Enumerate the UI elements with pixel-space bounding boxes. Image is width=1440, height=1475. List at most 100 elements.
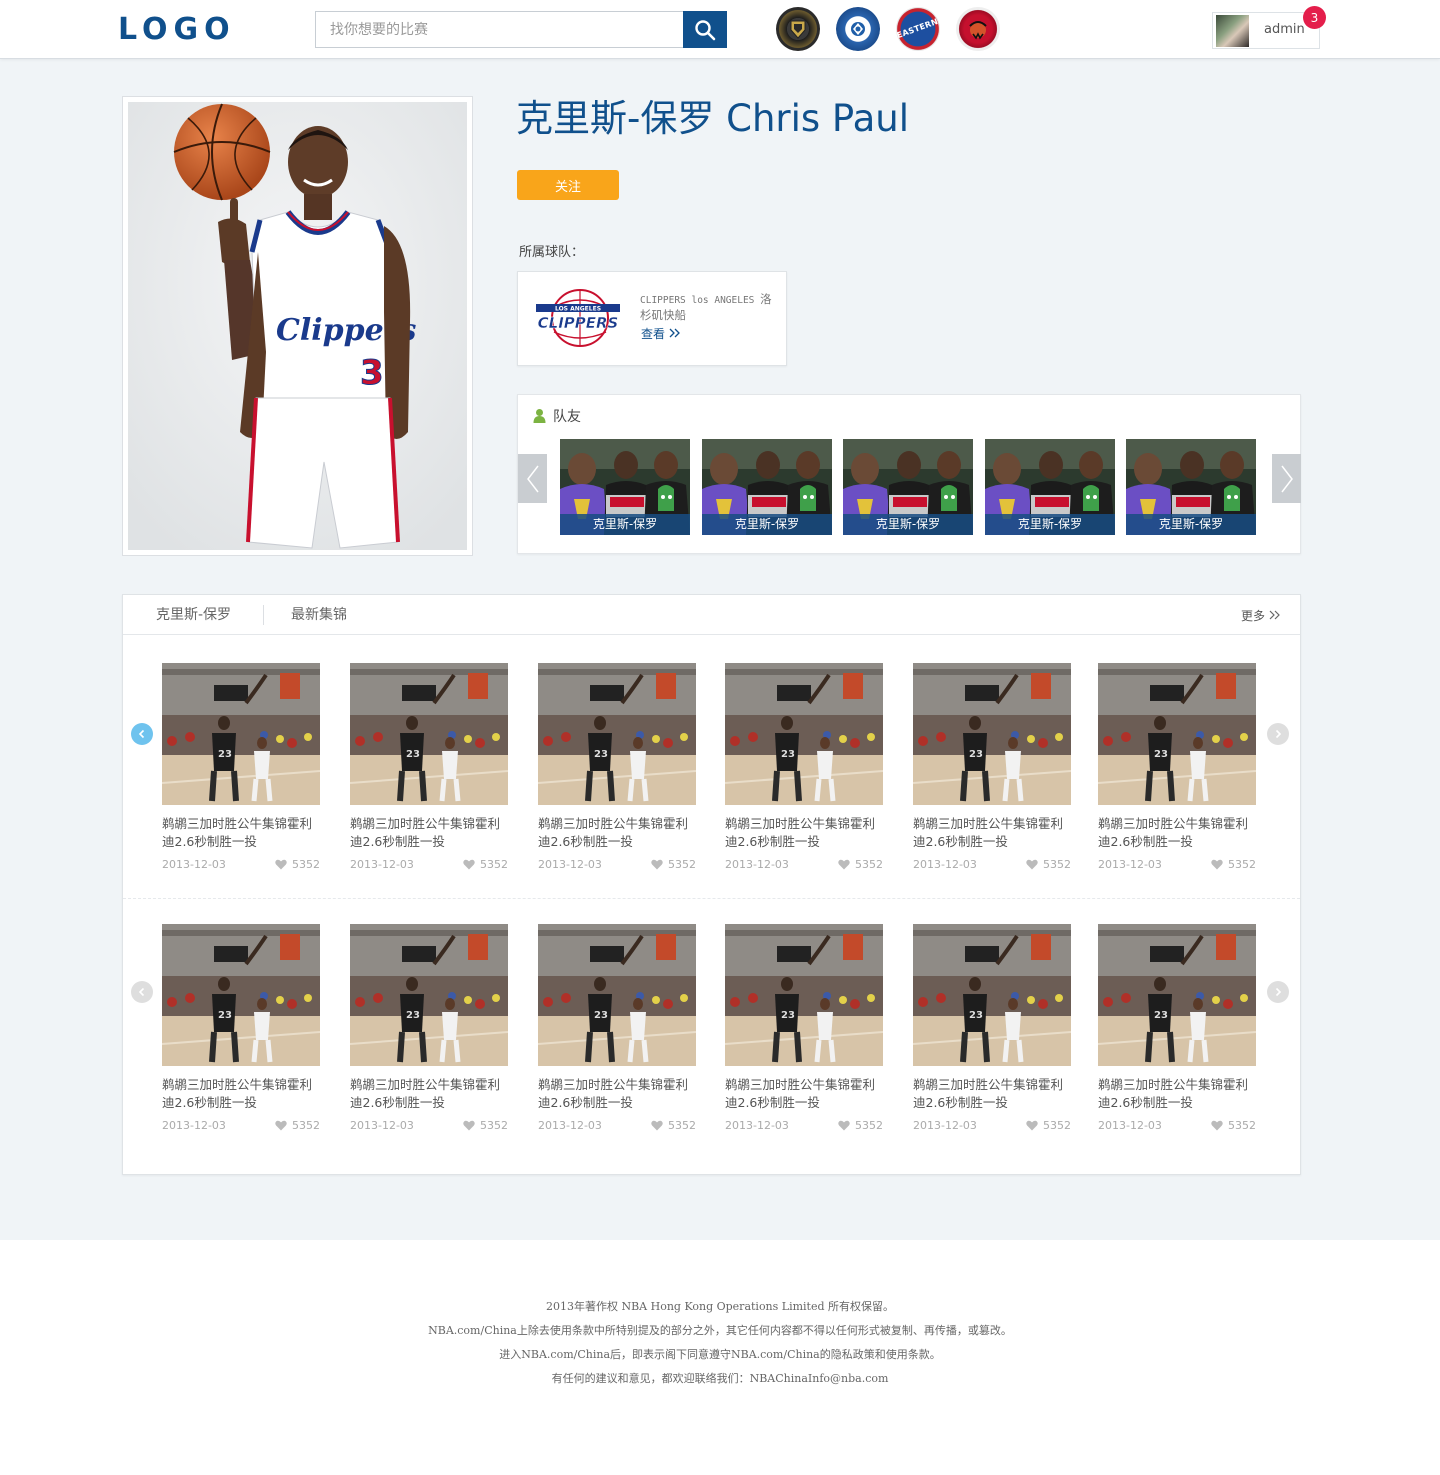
video-thumbnail[interactable]: 23 bbox=[162, 663, 320, 805]
video-card[interactable]: 23 鹈鹕三加时胜公牛集锦霍利迪2.6秒制胜一投 2013-12-03 5352 bbox=[725, 924, 885, 1133]
video-date: 2013-12-03 bbox=[1098, 1119, 1162, 1132]
video-card[interactable]: 23 鹈鹕三加时胜公牛集锦霍利迪2.6秒制胜一投 2013-12-03 5352 bbox=[162, 663, 322, 872]
video-likes[interactable]: 5352 bbox=[1211, 858, 1256, 871]
heart-icon bbox=[1026, 859, 1038, 870]
username[interactable]: admin bbox=[1264, 22, 1305, 37]
thumb-jersey-number: 23 bbox=[218, 1010, 232, 1021]
teammates-prev-button[interactable] bbox=[518, 454, 547, 503]
video-thumbnail[interactable]: 23 bbox=[350, 663, 508, 805]
video-thumbnail[interactable]: 23 bbox=[538, 663, 696, 805]
video-thumbnail[interactable]: 23 bbox=[913, 663, 1071, 805]
team-view-link[interactable]: 查看 bbox=[641, 325, 681, 342]
video-likes[interactable]: 5352 bbox=[463, 858, 508, 871]
highlights-panel: 克里斯-保罗 最新集锦 更多 23 鹈鹕三加时胜公牛集锦霍利迪2.6秒制胜一投 20… bbox=[122, 594, 1301, 1175]
search-icon bbox=[695, 19, 716, 40]
video-thumbnail[interactable]: 23 bbox=[350, 924, 508, 1066]
footer-copyright: 2013年著作权 NBA Hong Kong Operations Limite… bbox=[545, 1300, 895, 1313]
video-thumbnail[interactable]: 23 bbox=[162, 924, 320, 1066]
team-view-label: 查看 bbox=[641, 327, 666, 341]
video-card[interactable]: 23 鹈鹕三加时胜公牛集锦霍利迪2.6秒制胜一投 2013-12-03 5352 bbox=[1098, 663, 1258, 872]
video-likes[interactable]: 5352 bbox=[838, 858, 883, 871]
row1-next-button[interactable] bbox=[1267, 723, 1289, 745]
video-thumbnail[interactable]: 23 bbox=[1098, 663, 1256, 805]
more-label: 更多 bbox=[1241, 609, 1266, 623]
video-meta: 2013-12-03 5352 bbox=[913, 1119, 1073, 1133]
chevron-left-icon bbox=[138, 987, 145, 997]
video-thumbnail[interactable]: 23 bbox=[538, 924, 696, 1066]
video-likes[interactable]: 5352 bbox=[275, 1119, 320, 1132]
video-title[interactable]: 鹈鹕三加时胜公牛集锦霍利迪2.6秒制胜一投 bbox=[350, 815, 510, 851]
video-thumbnail[interactable]: 23 bbox=[725, 924, 883, 1066]
video-title[interactable]: 鹈鹕三加时胜公牛集锦霍利迪2.6秒制胜一投 bbox=[1098, 1076, 1258, 1112]
video-title[interactable]: 鹈鹕三加时胜公牛集锦霍利迪2.6秒制胜一投 bbox=[538, 1076, 698, 1112]
site-logo[interactable]: LOGO bbox=[118, 14, 236, 46]
chevron-right-icon bbox=[1280, 465, 1293, 492]
video-thumbnail[interactable]: 23 bbox=[1098, 924, 1256, 1066]
video-card[interactable]: 23 鹈鹕三加时胜公牛集锦霍利迪2.6秒制胜一投 2013-12-03 5352 bbox=[913, 663, 1073, 872]
video-thumbnail[interactable]: 23 bbox=[913, 924, 1071, 1066]
more-link[interactable]: 更多 bbox=[1241, 607, 1281, 624]
footer-contact[interactable]: 有任何的建议和意见，都欢迎联络我们：NBAChinaInfo@nba.com bbox=[0, 1370, 1440, 1386]
video-title[interactable]: 鹈鹕三加时胜公牛集锦霍利迪2.6秒制胜一投 bbox=[913, 1076, 1073, 1112]
chevron-left-icon bbox=[526, 465, 539, 492]
teammate-name: 克里斯-保罗 bbox=[702, 514, 832, 535]
video-title[interactable]: 鹈鹕三加时胜公牛集锦霍利迪2.6秒制胜一投 bbox=[162, 1076, 322, 1112]
double-chevron-right-icon bbox=[1269, 610, 1280, 620]
video-card[interactable]: 23 鹈鹕三加时胜公牛集锦霍利迪2.6秒制胜一投 2013-12-03 5352 bbox=[1098, 924, 1258, 1133]
video-thumbnail[interactable]: 23 bbox=[725, 663, 883, 805]
video-title[interactable]: 鹈鹕三加时胜公牛集锦霍利迪2.6秒制胜一投 bbox=[913, 815, 1073, 851]
team-card[interactable]: LOS ANGELES CLIPPERS CLIPPERS los ANGELE… bbox=[517, 271, 787, 366]
notification-badge[interactable]: 3 bbox=[1303, 6, 1326, 29]
eastern-badge-icon[interactable]: EASTERN bbox=[896, 7, 940, 51]
video-title[interactable]: 鹈鹕三加时胜公牛集锦霍利迪2.6秒制胜一投 bbox=[1098, 815, 1258, 851]
follow-button[interactable]: 关注 bbox=[517, 170, 619, 200]
video-card[interactable]: 23 鹈鹕三加时胜公牛集锦霍利迪2.6秒制胜一投 2013-12-03 5352 bbox=[162, 924, 322, 1133]
chevron-left-icon bbox=[138, 729, 145, 739]
tab-player[interactable]: 克里斯-保罗 bbox=[156, 604, 231, 624]
clippers-logo-top: LOS ANGELES bbox=[555, 306, 601, 313]
thumb-jersey-number: 23 bbox=[1154, 749, 1168, 760]
video-likes[interactable]: 5352 bbox=[838, 1119, 883, 1132]
teammate-card[interactable]: 克里斯-保罗 bbox=[985, 439, 1115, 535]
raptors-badge-icon[interactable] bbox=[956, 7, 1000, 51]
video-likes[interactable]: 5352 bbox=[463, 1119, 508, 1132]
video-card[interactable]: 23 鹈鹕三加时胜公牛集锦霍利迪2.6秒制胜一投 2013-12-03 5352 bbox=[350, 924, 510, 1133]
video-likes[interactable]: 5352 bbox=[275, 858, 320, 871]
player-name: 克里斯-保罗 Chris Paul bbox=[516, 97, 909, 140]
teammate-card[interactable]: 克里斯-保罗 bbox=[560, 439, 690, 535]
row2-prev-button[interactable] bbox=[131, 981, 153, 1003]
hornets-badge-icon[interactable] bbox=[836, 7, 880, 51]
video-card[interactable]: 23 鹈鹕三加时胜公牛集锦霍利迪2.6秒制胜一投 2013-12-03 5352 bbox=[538, 924, 698, 1133]
video-likes[interactable]: 5352 bbox=[1026, 1119, 1071, 1132]
teammate-card[interactable]: 克里斯-保罗 bbox=[1126, 439, 1256, 535]
video-likes[interactable]: 5352 bbox=[651, 1119, 696, 1132]
video-card[interactable]: 23 鹈鹕三加时胜公牛集锦霍利迪2.6秒制胜一投 2013-12-03 5352 bbox=[725, 663, 885, 872]
tab-latest-highlights[interactable]: 最新集锦 bbox=[291, 604, 347, 624]
video-title[interactable]: 鹈鹕三加时胜公牛集锦霍利迪2.6秒制胜一投 bbox=[162, 815, 322, 851]
teammate-name: 克里斯-保罗 bbox=[1126, 514, 1256, 535]
row1-prev-button[interactable] bbox=[131, 723, 153, 745]
cavaliers-badge-icon[interactable] bbox=[776, 7, 820, 51]
video-title[interactable]: 鹈鹕三加时胜公牛集锦霍利迪2.6秒制胜一投 bbox=[725, 815, 885, 851]
video-title[interactable]: 鹈鹕三加时胜公牛集锦霍利迪2.6秒制胜一投 bbox=[350, 1076, 510, 1112]
search-button[interactable] bbox=[683, 11, 727, 48]
teammates-next-button[interactable] bbox=[1272, 454, 1301, 503]
video-likes[interactable]: 5352 bbox=[651, 858, 696, 871]
video-card[interactable]: 23 鹈鹕三加时胜公牛集锦霍利迪2.6秒制胜一投 2013-12-03 5352 bbox=[913, 924, 1073, 1133]
video-likes[interactable]: 5352 bbox=[1211, 1119, 1256, 1132]
video-date: 2013-12-03 bbox=[162, 858, 226, 871]
search-input[interactable] bbox=[315, 11, 683, 48]
row2-next-button[interactable] bbox=[1267, 981, 1289, 1003]
video-card[interactable]: 23 鹈鹕三加时胜公牛集锦霍利迪2.6秒制胜一投 2013-12-03 5352 bbox=[538, 663, 698, 872]
teammates-panel: 队友 克里斯-保罗 克里斯-保罗 克里斯-保罗 克里斯-保罗 克里斯-保罗 bbox=[517, 394, 1301, 554]
video-card[interactable]: 23 鹈鹕三加时胜公牛集锦霍利迪2.6秒制胜一投 2013-12-03 5352 bbox=[350, 663, 510, 872]
teammate-card[interactable]: 克里斯-保罗 bbox=[843, 439, 973, 535]
heart-icon bbox=[463, 859, 475, 870]
teammate-card[interactable]: 克里斯-保罗 bbox=[702, 439, 832, 535]
video-likes[interactable]: 5352 bbox=[1026, 858, 1071, 871]
thumb-jersey-number: 23 bbox=[781, 749, 795, 760]
video-title[interactable]: 鹈鹕三加时胜公牛集锦霍利迪2.6秒制胜一投 bbox=[538, 815, 698, 851]
video-title[interactable]: 鹈鹕三加时胜公牛集锦霍利迪2.6秒制胜一投 bbox=[725, 1076, 885, 1112]
avatar[interactable] bbox=[1216, 15, 1249, 47]
video-likes-count: 5352 bbox=[1228, 1119, 1256, 1132]
